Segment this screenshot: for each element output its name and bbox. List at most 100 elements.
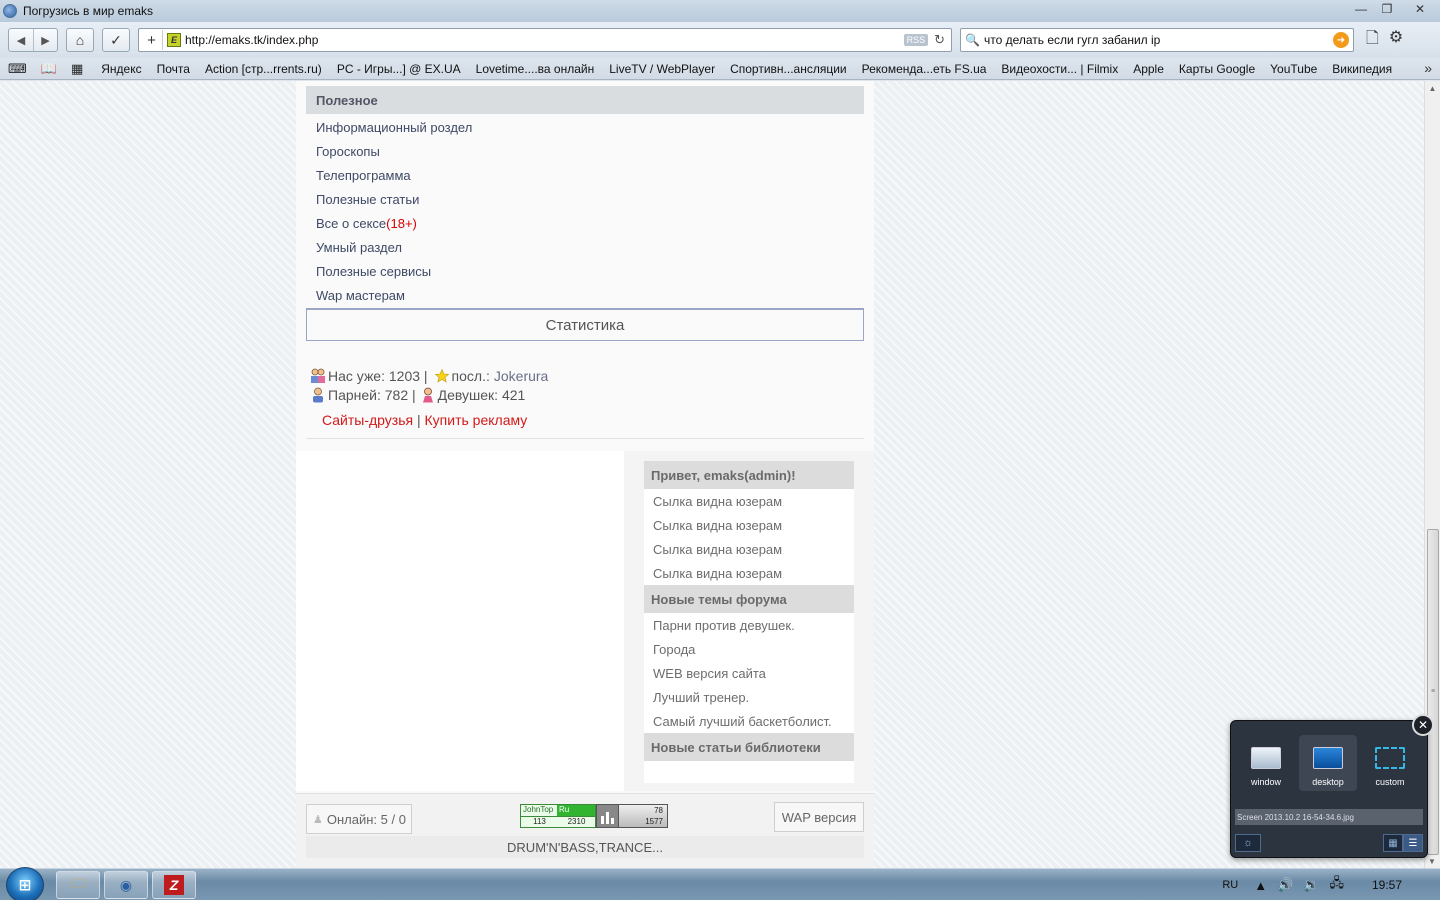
more-bookmarks-icon[interactable]: » bbox=[1424, 60, 1432, 76]
scroll-up-icon[interactable]: ▲ bbox=[1425, 81, 1440, 95]
rss-button[interactable]: RSS bbox=[903, 34, 929, 46]
maximize-button[interactable]: ❐ bbox=[1374, 0, 1400, 18]
mode-desktop-button[interactable]: desktop bbox=[1299, 735, 1357, 791]
url-input[interactable]: http://emaks.tk/index.php bbox=[185, 33, 904, 47]
last-user-label: посл.: bbox=[451, 367, 490, 384]
menu-item-horoscopes[interactable]: Гороскопы bbox=[306, 139, 864, 163]
menu-item-info[interactable]: Информационный роздел bbox=[306, 115, 864, 139]
search-box[interactable]: 🔍 что делать если гугл забанил ip ➜ bbox=[960, 28, 1354, 52]
mode-custom-button[interactable]: custom bbox=[1361, 735, 1419, 791]
open-book-icon[interactable]: 📖 bbox=[41, 61, 57, 77]
tray-expand-icon[interactable]: ▲ bbox=[1254, 878, 1267, 893]
useful-menu: Информационный роздел Гороскопы Телепрог… bbox=[306, 115, 864, 307]
links-separator: | bbox=[417, 412, 421, 428]
main-content-empty bbox=[296, 451, 624, 791]
bookmark-pc-games[interactable]: PC - Игры...] @ EX.UA bbox=[337, 62, 461, 76]
bookmark-filmix[interactable]: Видеохости... | Filmix bbox=[1001, 62, 1118, 76]
user-link[interactable]: Сылка видна юзерам bbox=[644, 513, 854, 537]
female-user-icon bbox=[420, 387, 436, 403]
scroll-down-icon[interactable]: ▼ bbox=[1425, 854, 1439, 868]
tools-gear-icon[interactable]: ⚙ bbox=[1389, 27, 1403, 54]
stats-divider bbox=[306, 438, 864, 439]
male-user-icon bbox=[310, 387, 326, 403]
site-favicon-icon: E bbox=[167, 33, 181, 47]
bookmark-sport[interactable]: Спортивн...ансляции bbox=[730, 62, 847, 76]
bookmark-button[interactable]: ✓ bbox=[102, 28, 130, 52]
menu-item-articles[interactable]: Полезные статьи bbox=[306, 187, 864, 211]
search-input[interactable]: что делать если гугл забанил ip bbox=[984, 33, 1333, 47]
forum-topic[interactable]: Парни против девушек. bbox=[644, 613, 854, 637]
online-counter-button[interactable]: ♟ Онлайн: 5 / 0 bbox=[306, 804, 412, 834]
bookmark-pochta[interactable]: Почта bbox=[157, 62, 190, 76]
bookmark-lovetime[interactable]: Lovetime....ва онлайн bbox=[476, 62, 595, 76]
hit-counter[interactable]: 78 1577 bbox=[596, 804, 668, 828]
search-go-icon[interactable]: ➜ bbox=[1333, 32, 1349, 48]
search-icon[interactable]: 🔍 bbox=[965, 33, 980, 47]
forum-topic[interactable]: Лучший тренер. bbox=[644, 685, 854, 709]
bookmark-wikipedia[interactable]: Википедия bbox=[1332, 62, 1392, 76]
filezilla-taskbar-icon[interactable]: Z bbox=[152, 871, 196, 899]
new-tab-button[interactable]: + bbox=[141, 30, 163, 50]
menu-item-services[interactable]: Полезные сервисы bbox=[306, 259, 864, 283]
bookmark-action[interactable]: Action [стр...rrents.ru) bbox=[205, 62, 322, 76]
bar-chart-icon bbox=[597, 805, 619, 827]
stats-gender-row: Парней: 782 | Девушек: 421 bbox=[310, 385, 860, 404]
page-menu-icon[interactable]: 🗋 bbox=[1366, 27, 1379, 54]
language-indicator[interactable]: RU bbox=[1222, 879, 1238, 891]
capture-modes: window desktop custom bbox=[1237, 735, 1419, 791]
mode-desktop-label: desktop bbox=[1312, 777, 1344, 787]
user-link[interactable]: Сылка видна юзерам bbox=[644, 537, 854, 561]
browser-taskbar-icon[interactable]: ◉ bbox=[104, 871, 148, 899]
last-user-link[interactable]: Jokerura bbox=[494, 368, 548, 384]
bookmark-google-maps[interactable]: Карты Google bbox=[1179, 62, 1255, 76]
bookmark-youtube[interactable]: YouTube bbox=[1270, 62, 1317, 76]
speaker-icon[interactable]: 🔊 bbox=[1277, 877, 1293, 893]
system-clock[interactable]: 19:57 bbox=[1372, 878, 1402, 892]
bookmark-tool-icons: ⌨ 📖 ▦ bbox=[8, 61, 83, 77]
widget-settings-icon[interactable]: ☼ bbox=[1235, 834, 1261, 852]
footer-tagline: DRUM'N'BASS,TRANCE... bbox=[306, 836, 864, 858]
window-controls: — ❐ ✕ bbox=[1348, 0, 1440, 20]
johntop-counter[interactable]: JohnTop Ru 113 2310 bbox=[520, 804, 596, 828]
grid-view-icon[interactable]: ▦ bbox=[1383, 834, 1403, 852]
apps-grid-icon[interactable]: ▦ bbox=[71, 61, 83, 77]
star-icon bbox=[434, 368, 450, 384]
reading-glasses-icon[interactable]: ⌨ bbox=[8, 61, 27, 77]
forum-topic[interactable]: WEB версия сайта bbox=[644, 661, 854, 685]
menu-item-smart[interactable]: Умный раздел bbox=[306, 235, 864, 259]
network-icon[interactable]: 🖧 bbox=[1329, 874, 1344, 896]
scroll-thumb[interactable]: ≡ bbox=[1427, 529, 1439, 855]
back-button[interactable]: ◀ bbox=[9, 29, 33, 51]
bookmark-livetv[interactable]: LiveTV / WebPlayer bbox=[609, 62, 715, 76]
start-button[interactable]: ⊞ bbox=[6, 867, 44, 900]
list-view-icon[interactable]: ☰ bbox=[1403, 834, 1423, 852]
user-link[interactable]: Сылка видна юзерам bbox=[644, 489, 854, 513]
home-button[interactable]: ⌂ bbox=[66, 28, 94, 52]
boys-count: Парней: 782 | bbox=[328, 386, 416, 403]
reload-icon[interactable]: ↻ bbox=[934, 32, 945, 48]
address-bar[interactable]: + E http://emaks.tk/index.php RSS ↻ bbox=[138, 28, 952, 52]
user-link[interactable]: Сылка видна юзерам bbox=[644, 561, 854, 585]
system-tray: RU ▲ 🔊 🔉 🖧 19:57 bbox=[1222, 869, 1440, 900]
widget-close-icon[interactable]: ✕ bbox=[1412, 714, 1434, 736]
forum-topic[interactable]: Самый лучший баскетболист. bbox=[644, 709, 854, 733]
forum-topic[interactable]: Города bbox=[644, 637, 854, 661]
menu-item-tv-program[interactable]: Телепрограмма bbox=[306, 163, 864, 187]
bookmark-fsua[interactable]: Рекоменда...еть FS.ua bbox=[862, 62, 987, 76]
capture-filename[interactable]: Screen 2013.10.2 16-54-34.6.jpg bbox=[1235, 809, 1423, 825]
bookmark-yandex[interactable]: Яндекс bbox=[101, 62, 141, 76]
forum-topics-header: Новые темы форума bbox=[644, 585, 854, 613]
friends-sites-link[interactable]: Сайты-друзья bbox=[322, 412, 413, 428]
minimize-button[interactable]: — bbox=[1348, 0, 1374, 18]
bookmark-apple[interactable]: Apple bbox=[1133, 62, 1164, 76]
volume-icon[interactable]: 🔉 bbox=[1303, 877, 1319, 893]
user-sidebar: Привет, emaks(admin)! Сылка видна юзерам… bbox=[624, 451, 874, 791]
wap-version-button[interactable]: WAP версия bbox=[774, 802, 864, 832]
menu-item-adult[interactable]: Все о сексе (18+) bbox=[306, 211, 864, 235]
menu-item-wap-masters[interactable]: Wap мастерам bbox=[306, 283, 864, 307]
explorer-taskbar-icon[interactable]: 🗀 bbox=[56, 871, 100, 899]
mode-window-button[interactable]: window bbox=[1237, 735, 1295, 791]
forward-button[interactable]: ▶ bbox=[33, 29, 57, 51]
close-button[interactable]: ✕ bbox=[1400, 0, 1440, 18]
buy-ads-link[interactable]: Купить рекламу bbox=[425, 412, 528, 428]
